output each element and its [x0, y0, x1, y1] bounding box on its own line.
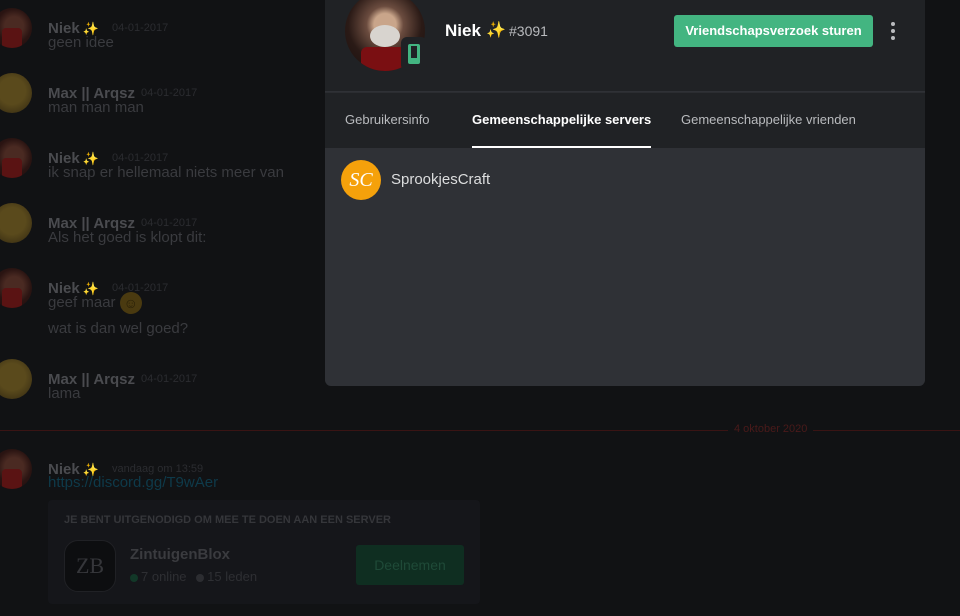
invite-heading: JE BENT UITGENODIGD OM MEE TE DOEN AAN E… — [64, 514, 391, 526]
join-button[interactable]: Deelnemen — [356, 545, 464, 585]
avatar[interactable] — [0, 203, 32, 243]
message-timestamp: 04-01-2017 — [112, 22, 169, 34]
avatar[interactable] — [0, 268, 32, 308]
server-icon: ZB — [64, 540, 116, 592]
message-text: man man man — [48, 99, 144, 116]
invite-server-name: ZintuigenBlox — [130, 546, 230, 563]
online-dot-icon — [130, 573, 138, 582]
member-count: 15 leden — [207, 569, 258, 584]
members-dot-icon — [196, 573, 205, 582]
chat-message: Max || Arqsz 04-01-2017 Als het goed is … — [0, 203, 320, 263]
tab-user-info[interactable]: Gebruikersinfo — [345, 93, 430, 148]
message-text: Als het goed is klopt dit: — [48, 229, 207, 246]
online-count: 7 online — [141, 569, 187, 584]
invite-link[interactable]: https://discord.gg/T9wAer — [48, 474, 218, 491]
mutual-server-item[interactable]: SC SprookjesCraft — [341, 160, 911, 200]
profile-username: Niek — [445, 21, 481, 40]
chat-message: Niek ✨ 04-01-2017 geen idee — [0, 8, 320, 68]
profile-discriminator: #3091 — [509, 23, 548, 39]
profile-header: Niek ✨ #3091 Vriendschapsverzoek sturen — [325, 0, 925, 91]
chat-message: Max || Arqsz 04-01-2017 lama — [0, 359, 320, 419]
grinning-emoji-icon: ☺ — [119, 292, 142, 314]
avatar-beard — [370, 25, 400, 47]
avatar[interactable] — [0, 359, 32, 399]
send-friend-request-button[interactable]: Vriendschapsverzoek sturen — [674, 15, 873, 47]
message-text: wat is dan wel goed? — [48, 320, 189, 337]
avatar[interactable] — [0, 138, 32, 178]
avatar[interactable] — [0, 449, 32, 489]
message-text: lama — [48, 385, 81, 402]
chat-message: Niek ✨ 04-01-2017 ik snap er hellemaal ni… — [0, 138, 320, 198]
server-name: SprookjesCraft — [391, 171, 491, 188]
more-options-icon[interactable] — [890, 22, 896, 40]
phone-icon — [408, 44, 420, 64]
mobile-status-icon — [401, 37, 427, 71]
server-icon: SC — [341, 160, 381, 200]
date-divider — [0, 430, 960, 431]
tab-mutual-servers[interactable]: Gemeenschappelijke servers — [472, 93, 652, 148]
invite-stats: 7 online 15 leden — [130, 569, 257, 584]
avatar[interactable] — [0, 73, 32, 113]
message-timestamp: 04-01-2017 — [141, 217, 198, 229]
chat-message: Niek ✨ 04-01-2017 geef maar ☺ wat is dan … — [0, 268, 320, 348]
tab-mutual-friends[interactable]: Gemeenschappelijke vrienden — [681, 93, 856, 148]
message-text: geef maar ☺ — [48, 292, 142, 314]
profile-tabs: Gebruikersinfo Gemeenschappelijke server… — [325, 92, 925, 148]
chat-message: Max || Arqsz 04-01-2017 man man man — [0, 73, 320, 133]
user-profile-modal: Niek ✨ #3091 Vriendschapsverzoek sturen … — [325, 0, 925, 386]
message-text: ik snap er hellemaal niets meer van — [48, 164, 284, 181]
date-divider-label: 4 oktober 2020 — [728, 423, 814, 435]
server-invite-card: JE BENT UITGENODIGD OM MEE TE DOEN AAN E… — [48, 500, 480, 604]
message-timestamp: 04-01-2017 — [112, 152, 169, 164]
avatar[interactable] — [0, 8, 32, 48]
message-timestamp: 04-01-2017 — [141, 87, 198, 99]
message-text: geen idee — [48, 34, 114, 51]
sparkles-badge-icon: ✨ — [486, 22, 506, 39]
message-timestamp: 04-01-2017 — [141, 373, 198, 385]
